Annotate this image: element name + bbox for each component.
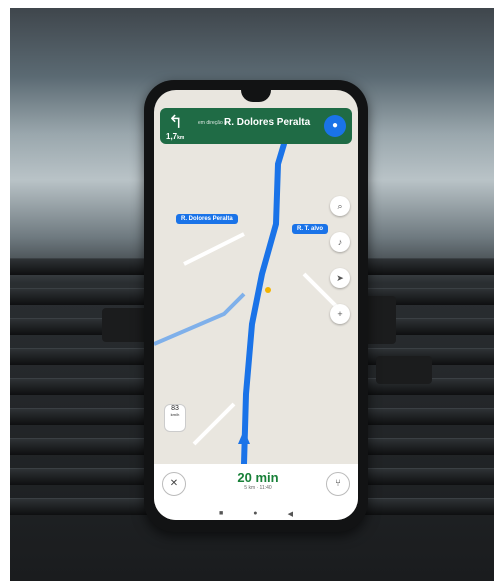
android-nav-bar: ■ ● ◀ (204, 510, 308, 518)
report-icon[interactable]: + (330, 304, 350, 324)
navigation-instruction-card[interactable]: ↰ 1,7km em direção à R. Dolores Peralta … (160, 108, 352, 144)
street-label-pill-right: R. T. alvo (292, 224, 329, 234)
status-bar (154, 90, 358, 106)
search-icon[interactable]: ⌕ (330, 196, 350, 216)
map-view[interactable]: R. Dolores Peralta R. T. alvo ⌕ ♪ ➤ + 83… (154, 141, 358, 467)
trip-summary-bar: ✕ 20 min 5 km · 11:40 ⑂ ■ ● ◀ (154, 464, 358, 520)
current-location-arrow-icon (238, 430, 250, 444)
holder-clip-right-lower (376, 356, 432, 384)
eta-details: 5 km · 11:40 (244, 485, 272, 491)
close-icon[interactable]: ✕ (162, 472, 186, 496)
turn-distance: 1,7km (166, 132, 185, 141)
turn-left-icon: ↰ (168, 112, 184, 132)
toward-label: em direção à (198, 120, 227, 126)
secondary-route (154, 292, 246, 346)
speed-unit: km/h (170, 412, 180, 417)
next-street-name: R. Dolores Peralta (224, 117, 311, 128)
routes-icon[interactable]: ⑂ (326, 472, 350, 496)
compass-icon[interactable]: ➤ (330, 268, 350, 288)
holder-clip-left (102, 308, 150, 342)
volume-icon[interactable]: ♪ (330, 232, 350, 252)
phone-screen: ↰ 1,7km em direção à R. Dolores Peralta … (154, 90, 358, 520)
speedometer: 83 km/h (164, 404, 186, 432)
speed-value: 83 (171, 405, 179, 412)
phone: ↰ 1,7km em direção à R. Dolores Peralta … (144, 80, 368, 532)
eta-panel[interactable]: 20 min 5 km · 11:40 (218, 470, 298, 491)
back-icon[interactable]: ◀ (288, 510, 293, 518)
eta-time: 20 min (237, 470, 279, 485)
map-waypoint (265, 287, 271, 293)
photo-background: ↰ 1,7km em direção à R. Dolores Peralta … (10, 8, 494, 581)
home-icon[interactable]: ● (253, 510, 257, 518)
microphone-icon[interactable]: ● (324, 115, 346, 137)
route-line (241, 141, 287, 467)
street-label-pill: R. Dolores Peralta (176, 214, 238, 224)
recent-apps-icon[interactable]: ■ (219, 510, 223, 518)
